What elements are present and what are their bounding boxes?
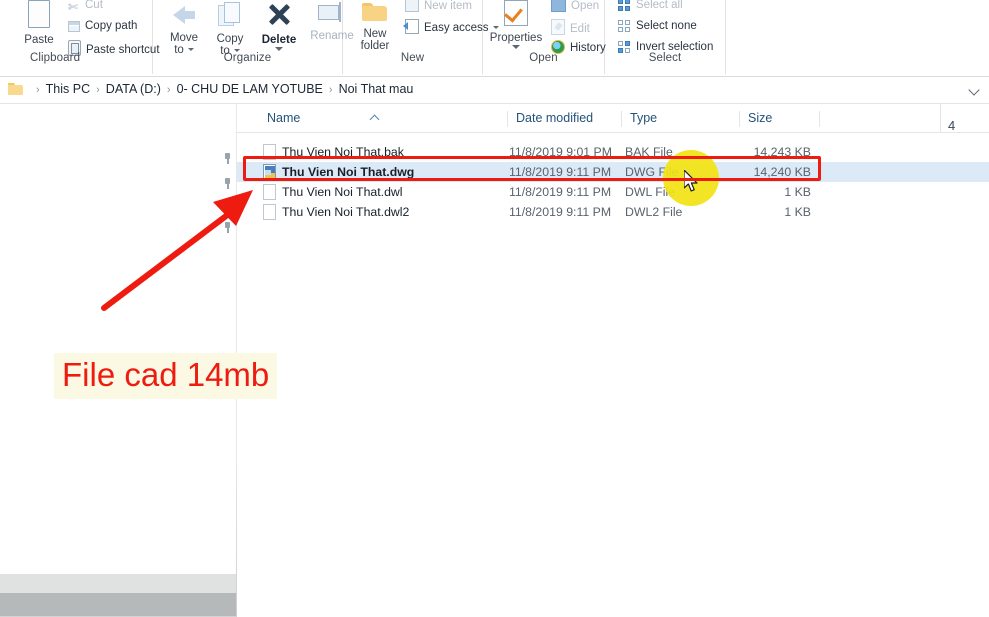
ribbon-group-clipboard: Paste ✄ Cut Copy path Paste shortcut Clip…: [0, 0, 160, 74]
horizontal-scrollbar-thumb[interactable]: [0, 593, 236, 616]
paste-icon: [28, 0, 50, 28]
copy-to-button[interactable]: Copy to: [207, 2, 253, 58]
properties-check-icon: [504, 0, 528, 26]
mouse-pointer-icon: [684, 170, 698, 192]
copy-to-icon: [217, 2, 243, 27]
file-name: Thu Vien Noi That.dwl2: [282, 205, 410, 219]
edit-button[interactable]: Edit: [551, 19, 590, 36]
column-header-type[interactable]: Type: [621, 111, 739, 127]
address-bar[interactable]: › This PC › DATA (D:) › 0- CHU DE LAM YOTUBE ›…: [0, 77, 989, 104]
breadcrumb-separator: ›: [36, 84, 40, 96]
delete-x-icon: [264, 0, 294, 28]
ribbon-group-label-clipboard: Clipboard: [29, 52, 81, 64]
breadcrumb-item-this-pc[interactable]: This PC: [46, 82, 90, 96]
select-none-button[interactable]: Select none: [618, 19, 697, 33]
folder-icon: [8, 83, 23, 95]
dwg-file-icon: [263, 164, 276, 180]
ribbon-group-label-open: Open: [529, 52, 558, 64]
select-all-button[interactable]: Select all: [618, 0, 683, 12]
breadcrumb-item-data-d[interactable]: DATA (D:): [106, 82, 161, 96]
breadcrumb-item-noi-that-mau[interactable]: Noi That mau: [339, 82, 414, 96]
file-list[interactable]: Name Date modified Type Size Thu Vien No…: [237, 104, 989, 617]
ribbon-group-label-select: Select: [648, 52, 682, 64]
file-size: 1 KB: [784, 185, 811, 199]
new-folder-icon: [362, 1, 388, 22]
breadcrumb-separator: ›: [328, 84, 333, 96]
column-header-spacer: [819, 111, 939, 127]
file-date-modified: 11/8/2019 9:01 PM: [509, 145, 613, 159]
copy-path-icon: [68, 21, 80, 32]
file-date-modified: 11/8/2019 9:11 PM: [509, 185, 612, 199]
column-header-size[interactable]: Size: [739, 111, 819, 127]
file-date-modified: 11/8/2019 9:11 PM: [509, 205, 612, 219]
table-row[interactable]: Thu Vien Noi That.dwl 11/8/2019 9:11 PM …: [237, 182, 989, 202]
file-size: 14,243 KB: [753, 145, 811, 159]
file-type: BAK File: [625, 145, 673, 159]
red-arrow-annotation: [101, 190, 253, 311]
table-row[interactable]: Thu Vien Noi That.dwl2 11/8/2019 9:11 PM…: [237, 202, 989, 222]
file-name: Thu Vien Noi That.dwl: [282, 185, 403, 199]
scissors-icon: ✄: [68, 0, 79, 14]
ribbon-group-label-new: New: [400, 52, 425, 64]
delete-button[interactable]: Delete: [253, 0, 305, 51]
properties-button[interactable]: Properties: [485, 0, 547, 49]
properties-caret-icon[interactable]: [512, 45, 520, 49]
new-folder-button[interactable]: New folder: [349, 1, 401, 53]
breadcrumb[interactable]: › This PC › DATA (D:) › 0- CHU DE LAM YOTUBE ›…: [30, 82, 413, 96]
open-icon: [551, 0, 566, 12]
generic-file-icon: [263, 144, 276, 160]
file-size: 1 KB: [784, 205, 811, 219]
delete-caret-icon[interactable]: [275, 47, 283, 51]
select-none-icon: [618, 20, 631, 32]
file-date-modified: 11/8/2019 9:11 PM: [509, 165, 612, 179]
breadcrumb-separator: ›: [166, 84, 171, 96]
move-to-icon: [171, 2, 197, 26]
cut-button[interactable]: ✄ Cut: [68, 0, 103, 13]
easy-access-icon: [403, 19, 419, 34]
file-size: 14,240 KB: [753, 165, 811, 179]
new-item-button[interactable]: New item: [405, 0, 472, 13]
ribbon-group-new: New folder New item Easy access New: [343, 0, 499, 74]
column-header-name[interactable]: Name: [259, 111, 507, 127]
chevron-down-icon[interactable]: [970, 86, 979, 95]
ribbon-group-open: Properties Open Edit History Open: [483, 0, 606, 74]
paste-button[interactable]: Paste: [10, 0, 68, 46]
callout-text: File cad 14mb: [54, 353, 278, 399]
column-header-row: Name Date modified Type Size: [237, 104, 989, 133]
copy-path-button[interactable]: Copy path: [68, 19, 137, 33]
breadcrumb-separator: ›: [96, 84, 100, 96]
table-row[interactable]: Thu Vien Noi That.bak 11/8/2019 9:01 PM …: [237, 142, 989, 162]
details-pane-cut-text: 4: [948, 118, 956, 133]
column-divider: [940, 104, 941, 132]
file-explorer-window: Paste ✄ Cut Copy path Paste shortcut Clip…: [0, 0, 989, 617]
ribbon-group-label-organize: Organize: [223, 52, 272, 64]
move-to-button[interactable]: Move to: [161, 2, 207, 57]
open-button[interactable]: Open: [551, 0, 599, 13]
pin-icon[interactable]: [222, 153, 233, 164]
ribbon-toolbar: Paste ✄ Cut Copy path Paste shortcut Clip…: [0, 0, 989, 77]
table-row[interactable]: Thu Vien Noi That.dwg 11/8/2019 9:11 PM …: [237, 162, 989, 182]
file-name: Thu Vien Noi That.bak: [282, 145, 404, 159]
sort-ascending-icon: [371, 115, 381, 121]
nav-pane-shade: [0, 574, 236, 593]
new-item-icon: [405, 0, 419, 12]
ribbon-group-select: Select all Select none Invert selection …: [605, 0, 726, 74]
select-all-icon: [618, 0, 631, 11]
ribbon-group-organize: Move to Copy to Delete Rename Organize: [153, 0, 354, 74]
edit-icon: [551, 19, 565, 35]
breadcrumb-item-chu-de-lam-yotube[interactable]: 0- CHU DE LAM YOTUBE: [177, 82, 323, 96]
move-to-caret-icon: [187, 48, 194, 51]
file-type: DWL2 File: [625, 205, 683, 219]
rename-icon: [318, 2, 346, 24]
file-name: Thu Vien Noi That.dwg: [282, 165, 415, 179]
column-header-date-modified[interactable]: Date modified: [507, 111, 627, 127]
